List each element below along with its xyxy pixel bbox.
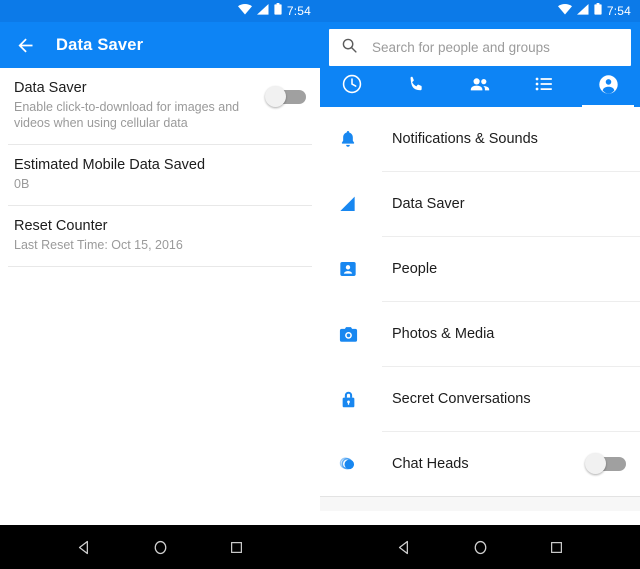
lock-icon [336,387,360,411]
wifi-icon [237,2,252,20]
toggle-knob [585,453,606,474]
list-icon [533,73,555,100]
search-placeholder: Search for people and groups [372,40,550,55]
tab-profile[interactable] [576,66,640,107]
menu-item-label: Photos & Media [392,326,495,342]
signal-triangle-icon [336,192,360,216]
right-phone-pane: 7:54 Search for people and groups Notifi… [320,0,640,525]
status-bar-time: 7:54 [286,4,311,18]
toggle-knob [265,86,286,107]
search-input[interactable]: Search for people and groups [329,29,631,66]
square-recents-icon[interactable] [229,540,244,555]
bell-icon [336,127,360,151]
screenshot-root: 7:54 Data Saver Data Saver Enable click-… [0,0,640,569]
left-nav-buttons [0,525,320,569]
setting-subtitle: 0B [14,177,30,191]
data-saver-settings-list: Data Saver Enable click-to-download for … [0,68,320,267]
bottom-tab-bar [320,66,640,107]
right-nav-buttons [320,525,640,569]
setting-subtitle: Last Reset Time: Oct 15, 2016 [14,238,183,252]
camera-icon [336,322,360,346]
page-title: Data Saver [56,35,144,54]
triangle-back-icon[interactable] [396,539,413,556]
menu-item-label: Data Saver [392,196,465,212]
settings-menu-list: Notifications & Sounds Data Saver People [320,107,640,511]
menu-item-data-saver[interactable]: Data Saver [320,172,640,236]
menu-item-people[interactable]: People [320,237,640,301]
left-phone-pane: 7:54 Data Saver Data Saver Enable click-… [0,0,320,525]
menu-item-secret-conversations[interactable]: Secret Conversations [320,367,640,431]
menu-item-label: People [392,261,438,277]
square-recents-icon[interactable] [549,540,564,555]
left-toolbar: Data Saver [0,22,320,68]
cellular-signal-icon [256,2,269,20]
right-status-bar: 7:54 [320,0,640,22]
data-saver-toggle[interactable] [265,86,306,108]
phone-icon [406,74,427,100]
setting-row-reset-counter[interactable]: Reset Counter Last Reset Time: Oct 15, 2… [0,206,320,266]
setting-texts: Estimated Mobile Data Saved 0B [14,156,306,192]
menu-footer-spacer [320,497,640,511]
menu-item-photos-and-media[interactable]: Photos & Media [320,302,640,366]
setting-subtitle: Enable click-to-download for images and … [14,100,240,130]
setting-title: Data Saver [14,80,87,96]
arrow-left-icon[interactable] [14,34,36,56]
menu-item-notifications-and-sounds[interactable]: Notifications & Sounds [320,107,640,171]
chat-heads-toggle[interactable] [585,453,626,475]
left-status-bar: 7:54 [0,0,320,22]
battery-icon [594,2,602,20]
menu-item-label: Secret Conversations [392,391,531,407]
tab-lists[interactable] [512,66,576,107]
tab-groups[interactable] [448,66,512,107]
setting-row-estimated-data-saved[interactable]: Estimated Mobile Data Saved 0B [0,145,320,205]
setting-title: Estimated Mobile Data Saved [14,157,206,173]
wifi-icon [557,2,572,20]
menu-item-label: Notifications & Sounds [392,131,538,147]
setting-title: Reset Counter [14,218,108,234]
search-icon [341,37,358,59]
circle-home-icon[interactable] [152,539,169,556]
circle-home-icon[interactable] [472,539,489,556]
list-divider [8,266,312,267]
chat-heads-icon [336,452,360,476]
menu-item-chat-heads[interactable]: Chat Heads [320,432,640,496]
clock-icon [341,73,363,100]
triangle-back-icon[interactable] [76,539,93,556]
people-icon [468,72,492,101]
person-circle-icon [597,73,620,101]
menu-item-label: Chat Heads [392,456,469,472]
contact-card-icon [336,257,360,281]
tab-recent[interactable] [320,66,384,107]
tab-calls[interactable] [384,66,448,107]
search-bar-container: Search for people and groups [320,22,640,66]
battery-icon [274,2,282,20]
setting-row-data-saver[interactable]: Data Saver Enable click-to-download for … [0,68,320,144]
status-bar-time: 7:54 [606,4,631,18]
android-navigation-bar [0,525,640,569]
setting-texts: Data Saver Enable click-to-download for … [14,79,265,131]
setting-texts: Reset Counter Last Reset Time: Oct 15, 2… [14,217,306,253]
cellular-signal-icon [576,2,589,20]
